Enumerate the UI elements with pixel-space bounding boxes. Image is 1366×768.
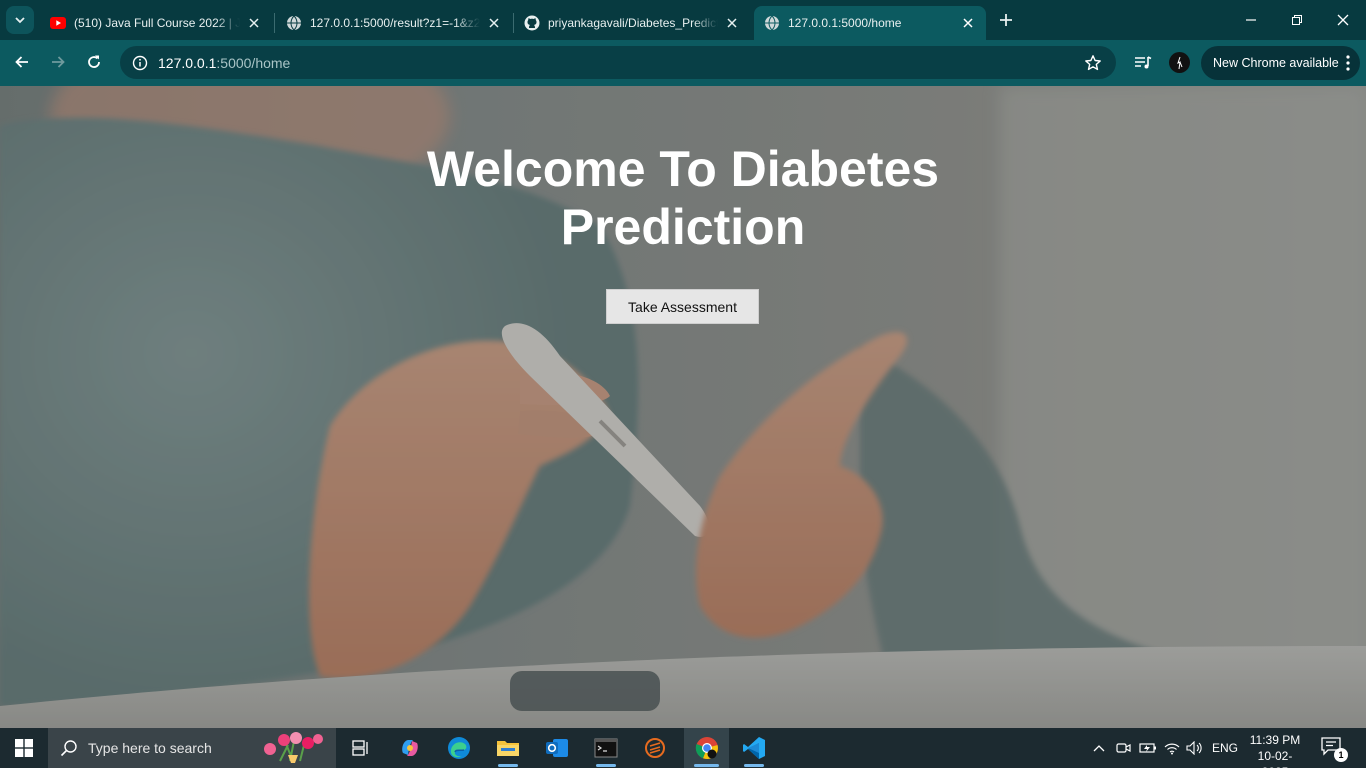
update-label: New Chrome available	[1213, 56, 1339, 70]
url-path: :5000/home	[216, 54, 291, 71]
task-view-icon	[352, 740, 368, 756]
terminal-icon	[594, 738, 618, 758]
running-indicator	[694, 764, 719, 767]
clock-date: 10-02-2025	[1257, 749, 1293, 768]
close-icon[interactable]	[960, 15, 976, 31]
volume-icon[interactable]	[1185, 738, 1205, 758]
task-view-button[interactable]	[341, 728, 381, 768]
chevron-up-icon[interactable]	[1089, 738, 1109, 758]
copilot-button[interactable]	[390, 728, 430, 768]
globe-icon	[286, 15, 302, 31]
edge-icon	[448, 737, 470, 759]
close-icon	[1337, 14, 1349, 26]
url-host: 127.0.0.1	[158, 54, 217, 71]
flowers-icon	[264, 732, 323, 763]
profile-icon	[1176, 56, 1182, 69]
clock[interactable]: 11:39 PM 10-02-2025	[1248, 732, 1302, 768]
tab-title: (510) Java Full Course 2022 | Java	[74, 16, 240, 30]
tab-separator	[274, 13, 275, 33]
tab-result[interactable]: 127.0.0.1:5000/result?z1=-1&z2=	[276, 6, 512, 40]
address-bar[interactable]: 127.0.0.1:5000/home	[120, 46, 1116, 79]
forward-button[interactable]	[44, 48, 72, 76]
tab-home-active[interactable]: 127.0.0.1:5000/home	[754, 6, 986, 40]
chrome-update-button[interactable]: New Chrome available	[1201, 46, 1360, 80]
profile-avatar[interactable]	[1169, 52, 1190, 73]
sublime-icon	[645, 738, 665, 758]
search-icon	[60, 739, 78, 757]
minimize-button[interactable]	[1228, 0, 1274, 40]
page-title: Welcome To Diabetes Prediction	[426, 141, 940, 255]
new-tab-button[interactable]	[994, 8, 1018, 32]
tab-youtube[interactable]: (510) Java Full Course 2022 | Java	[40, 6, 272, 40]
chrome-icon	[695, 737, 718, 760]
running-indicator	[744, 764, 764, 767]
restore-button[interactable]	[1274, 0, 1320, 40]
windows-taskbar: Type here to search ENG 11:39 PM 10-02- …	[0, 728, 1366, 768]
edge-button[interactable]	[439, 728, 479, 768]
arrow-right-icon	[52, 56, 65, 68]
folder-icon	[497, 741, 519, 756]
camera-mic-icon[interactable]	[1113, 738, 1133, 758]
notification-badge: 1	[1334, 748, 1348, 762]
sublime-button[interactable]	[635, 728, 675, 768]
minimize-icon	[1246, 19, 1256, 21]
notification-center-button[interactable]: 1	[1320, 736, 1348, 762]
take-assessment-button[interactable]: Take Assessment	[606, 289, 759, 324]
taskbar-search[interactable]: Type here to search	[48, 728, 336, 768]
start-button[interactable]	[0, 728, 48, 768]
bookmark-star-icon[interactable]	[1084, 54, 1102, 72]
globe-icon	[764, 15, 780, 31]
close-icon[interactable]	[486, 15, 502, 31]
wifi-icon[interactable]	[1162, 738, 1182, 758]
close-icon[interactable]	[724, 15, 740, 31]
file-explorer-button[interactable]	[488, 728, 528, 768]
tab-github[interactable]: priyankagavali/Diabetes_Prediction	[514, 6, 750, 40]
tab-strip: (510) Java Full Course 2022 | Java 127.0…	[0, 0, 1366, 40]
close-window-button[interactable]	[1320, 0, 1366, 40]
chrome-button[interactable]	[684, 728, 729, 768]
tab-search-button[interactable]	[6, 6, 34, 34]
media-control-icon[interactable]	[1131, 51, 1155, 75]
browser-toolbar: 127.0.0.1:5000/home New Chrome available	[0, 40, 1366, 86]
youtube-icon	[50, 15, 66, 31]
arrow-left-icon	[15, 56, 28, 68]
language-indicator[interactable]: ENG	[1212, 741, 1238, 755]
plus-icon	[1000, 14, 1012, 26]
tab-title: priyankagavali/Diabetes_Prediction	[548, 16, 718, 30]
outlook-icon	[546, 739, 568, 757]
running-indicator	[498, 764, 518, 767]
outlook-button[interactable]	[537, 728, 577, 768]
running-indicator	[596, 764, 616, 767]
restore-icon	[1292, 15, 1302, 25]
clock-time: 11:39 PM	[1249, 733, 1301, 747]
chevron-down-icon	[15, 17, 25, 24]
copilot-icon	[402, 740, 418, 756]
url-text[interactable]: 127.0.0.1:5000/home	[158, 55, 290, 71]
tab-title: 127.0.0.1:5000/home	[788, 16, 902, 30]
web-page: Welcome To Diabetes Prediction Take Asse…	[0, 86, 1366, 728]
battery-icon[interactable]	[1138, 738, 1158, 758]
vscode-button[interactable]	[734, 728, 774, 768]
kebab-menu-icon[interactable]	[1346, 55, 1350, 74]
windows-icon	[15, 739, 33, 757]
tab-title: 127.0.0.1:5000/result?z1=-1&z2=	[310, 16, 480, 30]
search-placeholder: Type here to search	[88, 740, 212, 756]
vscode-icon	[743, 737, 765, 759]
github-icon	[524, 15, 540, 31]
reload-button[interactable]	[80, 48, 108, 76]
reload-icon	[88, 55, 100, 68]
terminal-button[interactable]	[586, 728, 626, 768]
back-button[interactable]	[8, 48, 36, 76]
close-icon[interactable]	[246, 15, 262, 31]
site-info-icon[interactable]	[132, 55, 148, 71]
